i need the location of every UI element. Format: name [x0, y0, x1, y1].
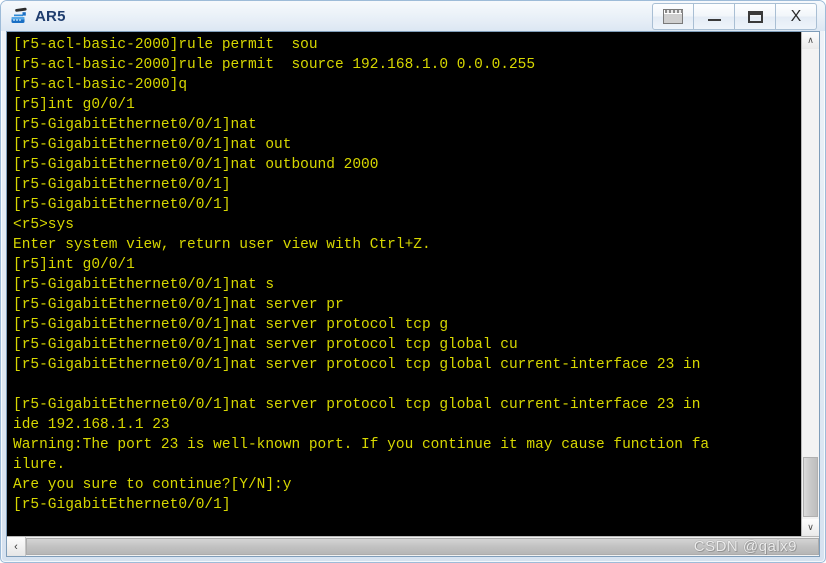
terminal-line: ilure. — [13, 457, 66, 473]
terminal-line: [r5-GigabitEthernet0/0/1]nat server pr — [13, 297, 344, 313]
vertical-scroll-track[interactable] — [802, 49, 819, 519]
title-bar[interactable]: AR5 X — [1, 1, 825, 31]
terminal-line: [r5-GigabitEthernet0/0/1]nat s — [13, 277, 275, 293]
terminal-line: [r5-GigabitEthernet0/0/1]nat server prot… — [13, 337, 518, 353]
terminal-line: Are you sure to continue?[Y/N]:y — [13, 477, 292, 493]
terminal-line: [r5-GigabitEthernet0/0/1]nat outbound 20… — [13, 157, 379, 173]
maximize-button[interactable] — [735, 3, 776, 30]
router-icon — [9, 6, 29, 26]
terminal-line: [r5-acl-basic-2000]q — [13, 77, 188, 93]
terminal-output[interactable]: [r5-acl-basic-2000]rule permit sou [r5-ac… — [7, 32, 801, 536]
maximize-icon — [747, 10, 763, 23]
horizontal-scrollbar[interactable]: ‹ CSDN @qalx9 — [7, 536, 819, 556]
terminal-line: ide 192.168.1.1 23 — [13, 417, 170, 433]
horizontal-scroll-track[interactable] — [26, 537, 819, 556]
minimize-icon — [707, 19, 721, 21]
terminal-line: [r5-GigabitEthernet0/0/1]nat server prot… — [13, 317, 449, 333]
terminal-line: [r5-GigabitEthernet0/0/1] — [13, 497, 231, 513]
scroll-down-button[interactable]: ∨ — [802, 519, 819, 536]
terminal-line: [r5-GigabitEthernet0/0/1]nat server prot… — [13, 357, 701, 373]
terminal-line: [r5]int g0/0/1 — [13, 257, 135, 273]
terminal-line: [r5]int g0/0/1 — [13, 97, 135, 113]
terminal-line: <r5>sys — [13, 217, 74, 233]
console-area: [r5-acl-basic-2000]rule permit sou [r5-ac… — [6, 31, 820, 557]
scroll-left-button[interactable]: ‹ — [7, 537, 26, 556]
vertical-scrollbar[interactable]: ∧ ∨ — [801, 32, 819, 536]
terminal-line: [r5-GigabitEthernet0/0/1]nat — [13, 117, 257, 133]
terminal-line: [r5-GigabitEthernet0/0/1] — [13, 177, 231, 193]
terminal-row: [r5-acl-basic-2000]rule permit sou [r5-ac… — [7, 32, 819, 536]
vertical-scroll-thumb[interactable] — [803, 457, 818, 517]
window-title: AR5 — [35, 7, 66, 25]
scroll-up-button[interactable]: ∧ — [802, 32, 819, 49]
close-button[interactable]: X — [776, 3, 817, 30]
minimize-button[interactable] — [694, 3, 735, 30]
restore-button[interactable] — [652, 3, 694, 30]
terminal-line: [r5-GigabitEthernet0/0/1]nat server prot… — [13, 397, 701, 413]
terminal-line: Warning:The port 23 is well-known port. … — [13, 437, 710, 453]
close-icon: X — [790, 7, 802, 25]
restore-icon — [663, 9, 683, 24]
terminal-line: [r5-GigabitEthernet0/0/1] — [13, 197, 231, 213]
window-controls: X — [652, 3, 817, 30]
terminal-line: [r5-GigabitEthernet0/0/1]nat out — [13, 137, 292, 153]
terminal-window: AR5 X [r5-acl-basic-2000]rule permit sou… — [0, 0, 826, 563]
terminal-line: [r5-acl-basic-2000]rule permit source 19… — [13, 57, 536, 73]
terminal-line: [r5-acl-basic-2000]rule permit sou — [13, 37, 318, 53]
terminal-line: Enter system view, return user view with… — [13, 237, 431, 253]
horizontal-scroll-thumb[interactable] — [26, 538, 819, 555]
